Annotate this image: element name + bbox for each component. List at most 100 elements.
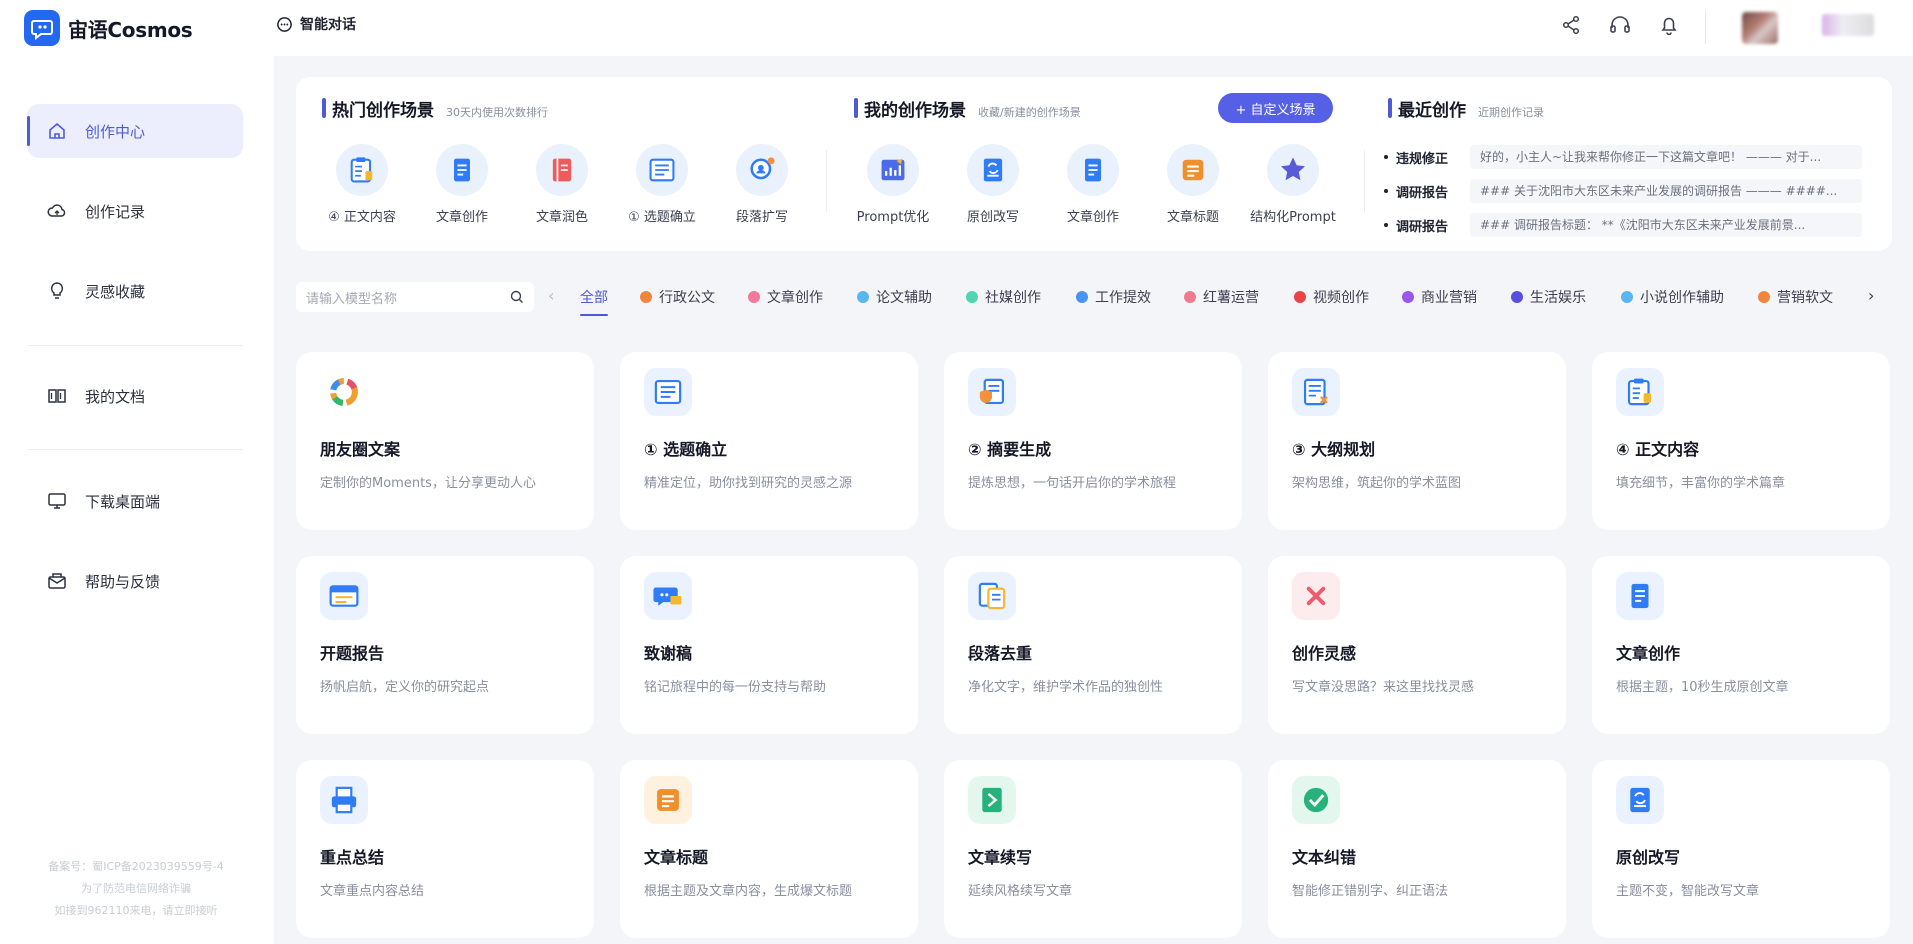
clipboard-icon [1616,368,1664,416]
category-tab[interactable]: 文章创作 [748,287,823,307]
category-tab[interactable]: 全部 [580,287,608,316]
category-tab[interactable]: 社媒创作 [966,287,1041,307]
template-card[interactable]: 文章标题 根据主题及文章内容，生成爆文标题 [620,760,918,938]
my-scene-item[interactable]: 文章创作 [1043,144,1143,225]
category-tab[interactable]: 视频创作 [1294,287,1369,307]
template-card[interactable]: 重点总结 文章重点内容总结 [296,760,594,938]
sidebar-item-label: 灵感收藏 [85,282,146,301]
category-label: 小说创作辅助 [1640,290,1724,306]
my-scene-item[interactable]: 原创改写 [943,144,1043,225]
template-card[interactable]: ② 摘要生成 提炼思想，一句话开启你的学术旅程 [944,352,1242,530]
category-label: 商业营销 [1421,290,1477,306]
my-scenes-header: 我的创作场景 收藏/新建的创作场景 [854,96,1081,121]
category-label: 全部 [580,290,608,306]
bell-icon[interactable] [1658,14,1680,36]
recent-item[interactable]: 调研报告 ### 关于沈阳市大东区未来产业发展的调研报告 ——— ####... [1384,179,1862,203]
template-card[interactable]: ④ 正文内容 填充细节，丰富你的学术篇章 [1592,352,1890,530]
smart-chat-button[interactable]: 智能对话 [276,14,356,34]
my-scene-item[interactable]: 文章标题 [1143,144,1243,225]
card-title: 创作灵感 [1292,644,1357,663]
bulb-icon [50,282,64,299]
cross-icon [1292,572,1340,620]
sidebar-item-inspiration[interactable]: 灵感收藏 [27,264,243,318]
category-tab[interactable]: 工作提效 [1076,287,1151,307]
hot-scene-item[interactable]: ④ 正文内容 [312,144,412,225]
check-icon [1292,776,1340,824]
template-card[interactable]: 文章续写 延续风格续写文章 [944,760,1242,938]
scene-label: 结构化Prompt [1250,210,1336,225]
sidebar-item-creation-records[interactable]: 创作记录 [27,184,243,238]
sidebar-item-download-desktop[interactable]: 下载桌面端 [27,474,243,528]
category-tab[interactable]: 营销软文 [1758,287,1833,307]
app-logo[interactable]: 宙语Cosmos [24,10,193,46]
username[interactable] [1822,14,1874,36]
category-dot [1621,291,1633,303]
hot-scenes-title: 热门创作场景 [332,101,434,121]
my-scene-item[interactable]: Prompt优化 [843,144,943,225]
recent-item[interactable]: 违规修正 好的，小主人~让我来帮你修正一下这篇文章吧！ ——— 对于... [1384,145,1862,169]
category-label: 视频创作 [1313,290,1369,306]
card-title: ① 选题确立 [644,440,728,459]
category-tab[interactable]: 行政公文 [640,287,715,307]
category-tab[interactable]: 论文辅助 [857,287,932,307]
model-search-input[interactable]: 请输入模型名称 [296,282,534,312]
sidebar-item-my-documents[interactable]: 我的文档 [27,369,243,423]
card-title: 开题报告 [320,644,385,663]
share-icon[interactable] [1560,14,1582,36]
avatar[interactable] [1742,12,1778,44]
my-scene-item[interactable]: 结构化Prompt [1243,144,1343,225]
template-card[interactable]: 文章创作 根据主题，10秒生成原创文章 [1592,556,1890,734]
hot-scene-item[interactable]: ① 选题确立 [612,144,712,225]
section-bar [854,98,858,118]
category-tab[interactable]: 生活娱乐 [1511,287,1586,307]
sidebar-divider [27,345,243,346]
category-dot [966,291,978,303]
card-description: 铭记旅程中的每一份支持与帮助 [644,680,827,695]
card-description: 净化文字，维护学术作品的独创性 [968,680,1164,695]
hot-scene-item[interactable]: 段落扩写 [712,144,812,225]
document-icon [1616,572,1664,620]
icp-line: 如接到962110来电，请立即接听 [54,904,218,917]
template-card[interactable]: 文本纠错 智能修正错别字、纠正语法 [1268,760,1566,938]
recent-type: 调研报告 [1396,219,1449,235]
sidebar-item-help-feedback[interactable]: 帮助与反馈 [27,554,243,608]
recent-item[interactable]: 调研报告 ### 调研报告标题： **《沈阳市大东区未来产业发展前景... [1384,213,1862,237]
template-card[interactable]: 致谢稿 铭记旅程中的每一份支持与帮助 [620,556,918,734]
template-card[interactable]: 原创改写 主题不变，智能改写文章 [1592,760,1890,938]
search-icon[interactable] [510,290,524,304]
template-card[interactable]: 开题报告扬帆启航，定义你的研究起点 [296,556,594,734]
sidebar: 创作中心 创作记录 灵感收藏 我的文档 下载桌面端 帮助与反馈 备案号：蜀ICP… [0,56,274,944]
headset-icon[interactable] [1609,14,1631,36]
chevron-right-icon[interactable]: › [1868,286,1874,305]
category-dot [1511,291,1523,303]
custom-scene-button[interactable]: + 自定义场景 [1218,93,1333,123]
sidebar-item-creation-center[interactable]: 创作中心 [27,104,243,158]
card-description: 扬帆启航，定义你的研究起点 [320,680,490,695]
mail-icon [48,573,66,589]
template-card[interactable]: 创作灵感 写文章没思路？来这里找找灵感 [1268,556,1566,734]
chevron-left-icon[interactable]: ‹ [548,286,554,305]
top-bar: 宙语Cosmos 智能对话 [0,0,1913,56]
category-label: 生活娱乐 [1530,290,1586,306]
category-label: 社媒创作 [985,290,1041,306]
template-card[interactable]: 朋友圈文案 定制你的Moments，让分享更动人心 [296,352,594,530]
document-icon [436,144,488,196]
scene-label: 文章标题 [1166,210,1219,225]
template-card[interactable]: ③ 大纲规划 架构思维，筑起你的学术蓝图 [1268,352,1566,530]
template-card[interactable]: ① 选题确立 精准定位，助你找到研究的灵感之源 [620,352,918,530]
list-icon [644,368,692,416]
template-card[interactable]: 段落去重 净化文字，维护学术作品的独创性 [944,556,1242,734]
section-bar [322,98,326,118]
speech-icon [644,572,692,620]
card-title: ② 摘要生成 [968,440,1052,459]
sidebar-item-label: 我的文档 [85,387,146,406]
hot-scene-item[interactable]: 文章润色 [512,144,612,225]
category-tab[interactable]: 商业营销 [1402,287,1477,307]
category-tab[interactable]: 小说创作辅助 [1621,287,1724,307]
continue-icon [968,776,1016,824]
card-description: 根据主题，10秒生成原创文章 [1616,680,1789,695]
cloud-icon [47,204,66,217]
category-tab[interactable]: 红薯运营 [1184,287,1259,307]
hot-scene-item[interactable]: 文章创作 [412,144,512,225]
category-label: 红薯运营 [1203,290,1259,306]
